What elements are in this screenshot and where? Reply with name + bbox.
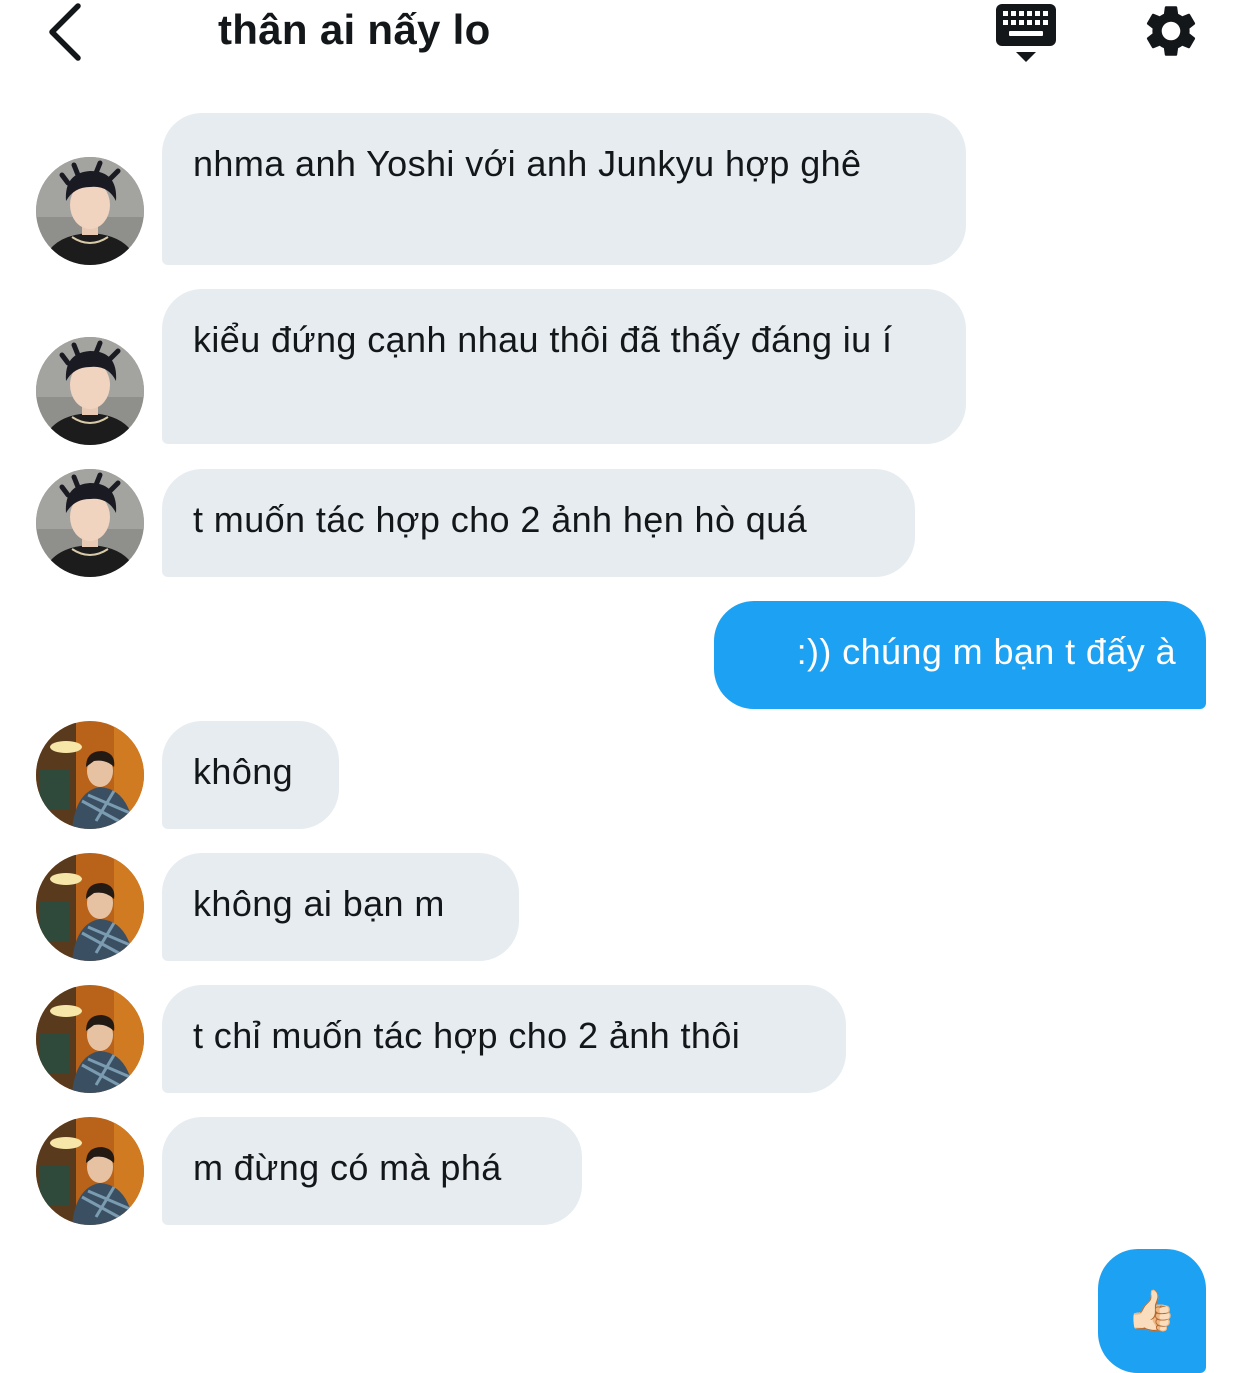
message-text: t chỉ muốn tác hợp cho 2 ảnh thôi [193,1015,741,1056]
message-text: không ai bạn m [193,883,445,924]
avatar[interactable] [36,853,144,961]
incoming-message-bubble[interactable]: m đừng có mà phá [162,1117,582,1225]
incoming-message-bubble[interactable]: t muốn tác hợp cho 2 ảnh hẹn hò quá [162,469,915,577]
incoming-message-bubble[interactable]: không [162,721,339,829]
incoming-message-bubble[interactable]: nhma anh Yoshi với anh Junkyu hợp ghê [162,113,966,265]
gear-icon [1146,6,1196,56]
incoming-message-bubble[interactable]: không ai bạn m [162,853,519,961]
outgoing-emoji-bubble[interactable]: 👍🏻 [1098,1249,1206,1373]
chevron-left-icon [49,3,81,61]
avatar[interactable] [36,1117,144,1225]
incoming-message-bubble[interactable]: t chỉ muốn tác hợp cho 2 ảnh thôi [162,985,846,1093]
keyboard-icon [996,4,1056,62]
avatar[interactable] [36,985,144,1093]
message-text: t muốn tác hợp cho 2 ảnh hẹn hò quá [193,499,808,540]
avatar[interactable] [36,469,144,577]
settings-button[interactable] [1140,0,1202,62]
incoming-message-bubble[interactable]: kiểu đứng cạnh nhau thôi đã thấy đáng iu… [162,289,966,444]
message-text: nhma anh Yoshi với anh Junkyu hợp ghê [193,143,862,184]
message-text: :)) chúng m bạn t đấy à [796,631,1176,672]
avatar[interactable] [36,721,144,829]
conversation-title: thân ai nấy lo [218,6,491,53]
avatar[interactable] [36,157,144,265]
conversation-header: thân ai nấy lo [0,0,1242,70]
thumbs-up-emoji: 👍🏻 [1126,1289,1178,1333]
message-text: kiểu đứng cạnh nhau thôi đã thấy đáng iu… [193,319,893,360]
message-text: không [193,751,294,792]
message-text: m đừng có mà phá [193,1147,502,1188]
back-button[interactable] [40,0,96,64]
outgoing-message-bubble[interactable]: :)) chúng m bạn t đấy à [714,601,1206,709]
avatar[interactable] [36,337,144,445]
keyboard-toggle-button[interactable] [994,2,1058,64]
